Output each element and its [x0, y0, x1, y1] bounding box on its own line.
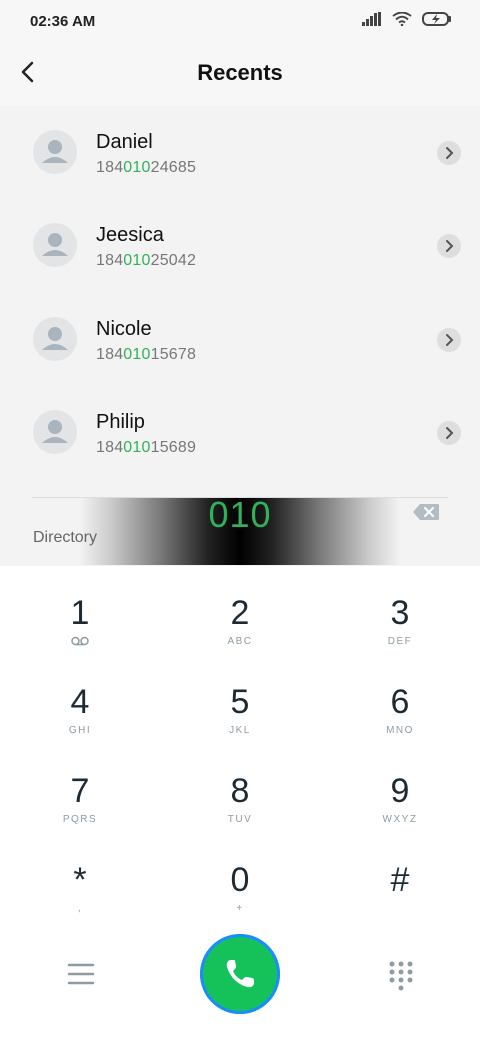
chevron-right-icon — [446, 334, 454, 346]
person-icon — [42, 420, 68, 443]
contact-number: 18401015678 — [96, 346, 197, 363]
person-icon — [42, 140, 68, 163]
key-star[interactable]: * , — [0, 833, 160, 921]
key-digit: 5 — [230, 683, 250, 721]
key-3[interactable]: 3 DEF — [320, 566, 480, 654]
key-sub: TUV — [227, 814, 253, 825]
key-sub: PQRS — [62, 814, 98, 825]
status-icons — [362, 12, 452, 26]
avatar — [33, 317, 77, 361]
key-sub: + — [236, 903, 244, 914]
contact-row-nicole[interactable]: Nicole 18401015678 — [0, 293, 480, 385]
key-1[interactable]: 1 — [0, 566, 160, 654]
key-7[interactable]: 7 PQRS — [0, 744, 160, 832]
details-button[interactable] — [437, 421, 461, 445]
menu-button[interactable] — [66, 960, 96, 988]
contact-results: Daniel 18401024685 Jeesica 18401025042 N… — [0, 106, 480, 566]
status-time: 02:36 AM — [30, 13, 96, 30]
key-sub: GHI — [68, 725, 92, 736]
contact-row-jeesica[interactable]: Jeesica 18401025042 — [0, 199, 480, 291]
key-8[interactable]: 8 TUV — [160, 744, 320, 832]
key-2[interactable]: 2 ABC — [160, 566, 320, 654]
contact-name: Jeesica — [96, 224, 164, 246]
contact-number: 18401015689 — [96, 439, 197, 456]
chevron-right-icon — [446, 427, 454, 439]
page-title: Recents — [197, 60, 283, 85]
key-digit: # — [390, 861, 410, 899]
key-hash[interactable]: # — [320, 833, 480, 921]
wifi-icon — [392, 12, 412, 26]
menu-icon — [67, 963, 95, 985]
contact-row-daniel[interactable]: Daniel 18401024685 — [0, 106, 480, 198]
call-button[interactable] — [200, 934, 280, 1014]
chevron-right-icon — [446, 147, 454, 159]
backspace-button[interactable] — [412, 503, 440, 521]
contact-name: Philip — [96, 411, 145, 433]
contact-name: Daniel — [96, 131, 153, 153]
key-digit: 4 — [70, 683, 90, 721]
key-sub — [0, 636, 160, 650]
bottom-bar — [0, 930, 480, 1040]
dialpad-icon — [389, 961, 413, 991]
contact-number: 18401025042 — [96, 252, 197, 269]
key-digit: 0 — [230, 861, 250, 899]
key-5[interactable]: 5 JKL — [160, 655, 320, 743]
key-0[interactable]: 0 + — [160, 833, 320, 921]
avatar — [33, 130, 77, 174]
key-digit: 9 — [390, 772, 410, 810]
signal-icon — [362, 12, 381, 26]
key-sub: DEF — [387, 636, 413, 647]
details-button[interactable] — [437, 141, 461, 165]
details-button[interactable] — [437, 328, 461, 352]
key-sub: WXYZ — [382, 814, 418, 825]
person-icon — [42, 327, 68, 350]
contact-row-philip[interactable]: Philip 18401015689 — [0, 386, 480, 478]
key-9[interactable]: 9 WXYZ — [320, 744, 480, 832]
avatar — [33, 223, 77, 267]
key-digit: 3 — [390, 594, 410, 632]
key-digit: 1 — [70, 594, 90, 632]
key-digit: 7 — [70, 772, 90, 810]
key-digit: * — [73, 861, 87, 899]
contact-number: 18401024685 — [96, 159, 197, 176]
key-sub: ABC — [227, 636, 253, 647]
voicemail-icon — [71, 636, 89, 646]
directory-label[interactable]: Directory — [33, 529, 97, 547]
key-digit: 8 — [230, 772, 250, 810]
backspace-icon — [413, 504, 439, 520]
person-icon — [42, 233, 68, 256]
chevron-right-icon — [446, 240, 454, 252]
key-sub: , — [77, 903, 83, 914]
key-4[interactable]: 4 GHI — [0, 655, 160, 743]
contact-name: Nicole — [96, 318, 152, 340]
key-6[interactable]: 6 MNO — [320, 655, 480, 743]
status-bar: 02:36 AM — [0, 0, 480, 44]
key-sub: JKL — [229, 725, 251, 736]
avatar — [33, 410, 77, 454]
key-digit: 6 — [390, 683, 410, 721]
key-sub: MNO — [386, 725, 414, 736]
battery-charging-icon — [422, 12, 451, 26]
key-sub — [320, 903, 480, 917]
dialpad-toggle[interactable] — [386, 960, 416, 992]
details-button[interactable] — [437, 234, 461, 258]
header: Recents — [0, 44, 480, 106]
key-digit: 2 — [230, 594, 250, 632]
phone-icon — [226, 960, 254, 988]
